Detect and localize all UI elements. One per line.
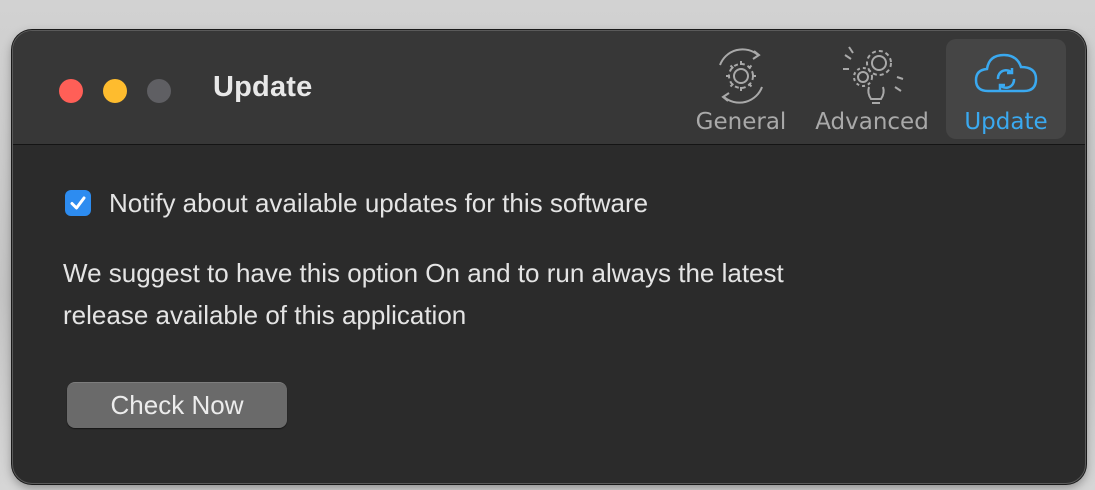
description-line-2: release available of this application <box>63 300 467 330</box>
tab-advanced-label: Advanced <box>815 109 929 135</box>
preferences-window: Update General Advanced Update Notify ab… <box>12 30 1086 484</box>
notify-checkbox-label[interactable]: Notify about available updates for this … <box>109 188 648 219</box>
tab-advanced[interactable]: Advanced <box>812 39 932 139</box>
window-title: Update <box>213 71 313 103</box>
notify-checkbox[interactable] <box>65 190 91 216</box>
description-line-1: We suggest to have this option On and to… <box>63 258 784 288</box>
zoom-button <box>147 79 171 103</box>
close-button[interactable] <box>59 79 83 103</box>
title-bar: Update General Advanced Update <box>13 31 1085 145</box>
tab-general-label: General <box>695 109 787 135</box>
minimize-button[interactable] <box>103 79 127 103</box>
checkmark-icon <box>70 196 86 210</box>
cloud-sync-icon <box>970 43 1042 108</box>
tab-general[interactable]: General <box>681 39 801 139</box>
gears-lightbulb-icon <box>837 43 907 114</box>
check-now-button[interactable]: Check Now <box>67 382 287 428</box>
gear-refresh-icon <box>708 43 774 114</box>
tab-update[interactable]: Update <box>946 39 1066 139</box>
tab-update-label: Update <box>964 109 1048 135</box>
update-description: We suggest to have this option On and to… <box>63 252 963 336</box>
